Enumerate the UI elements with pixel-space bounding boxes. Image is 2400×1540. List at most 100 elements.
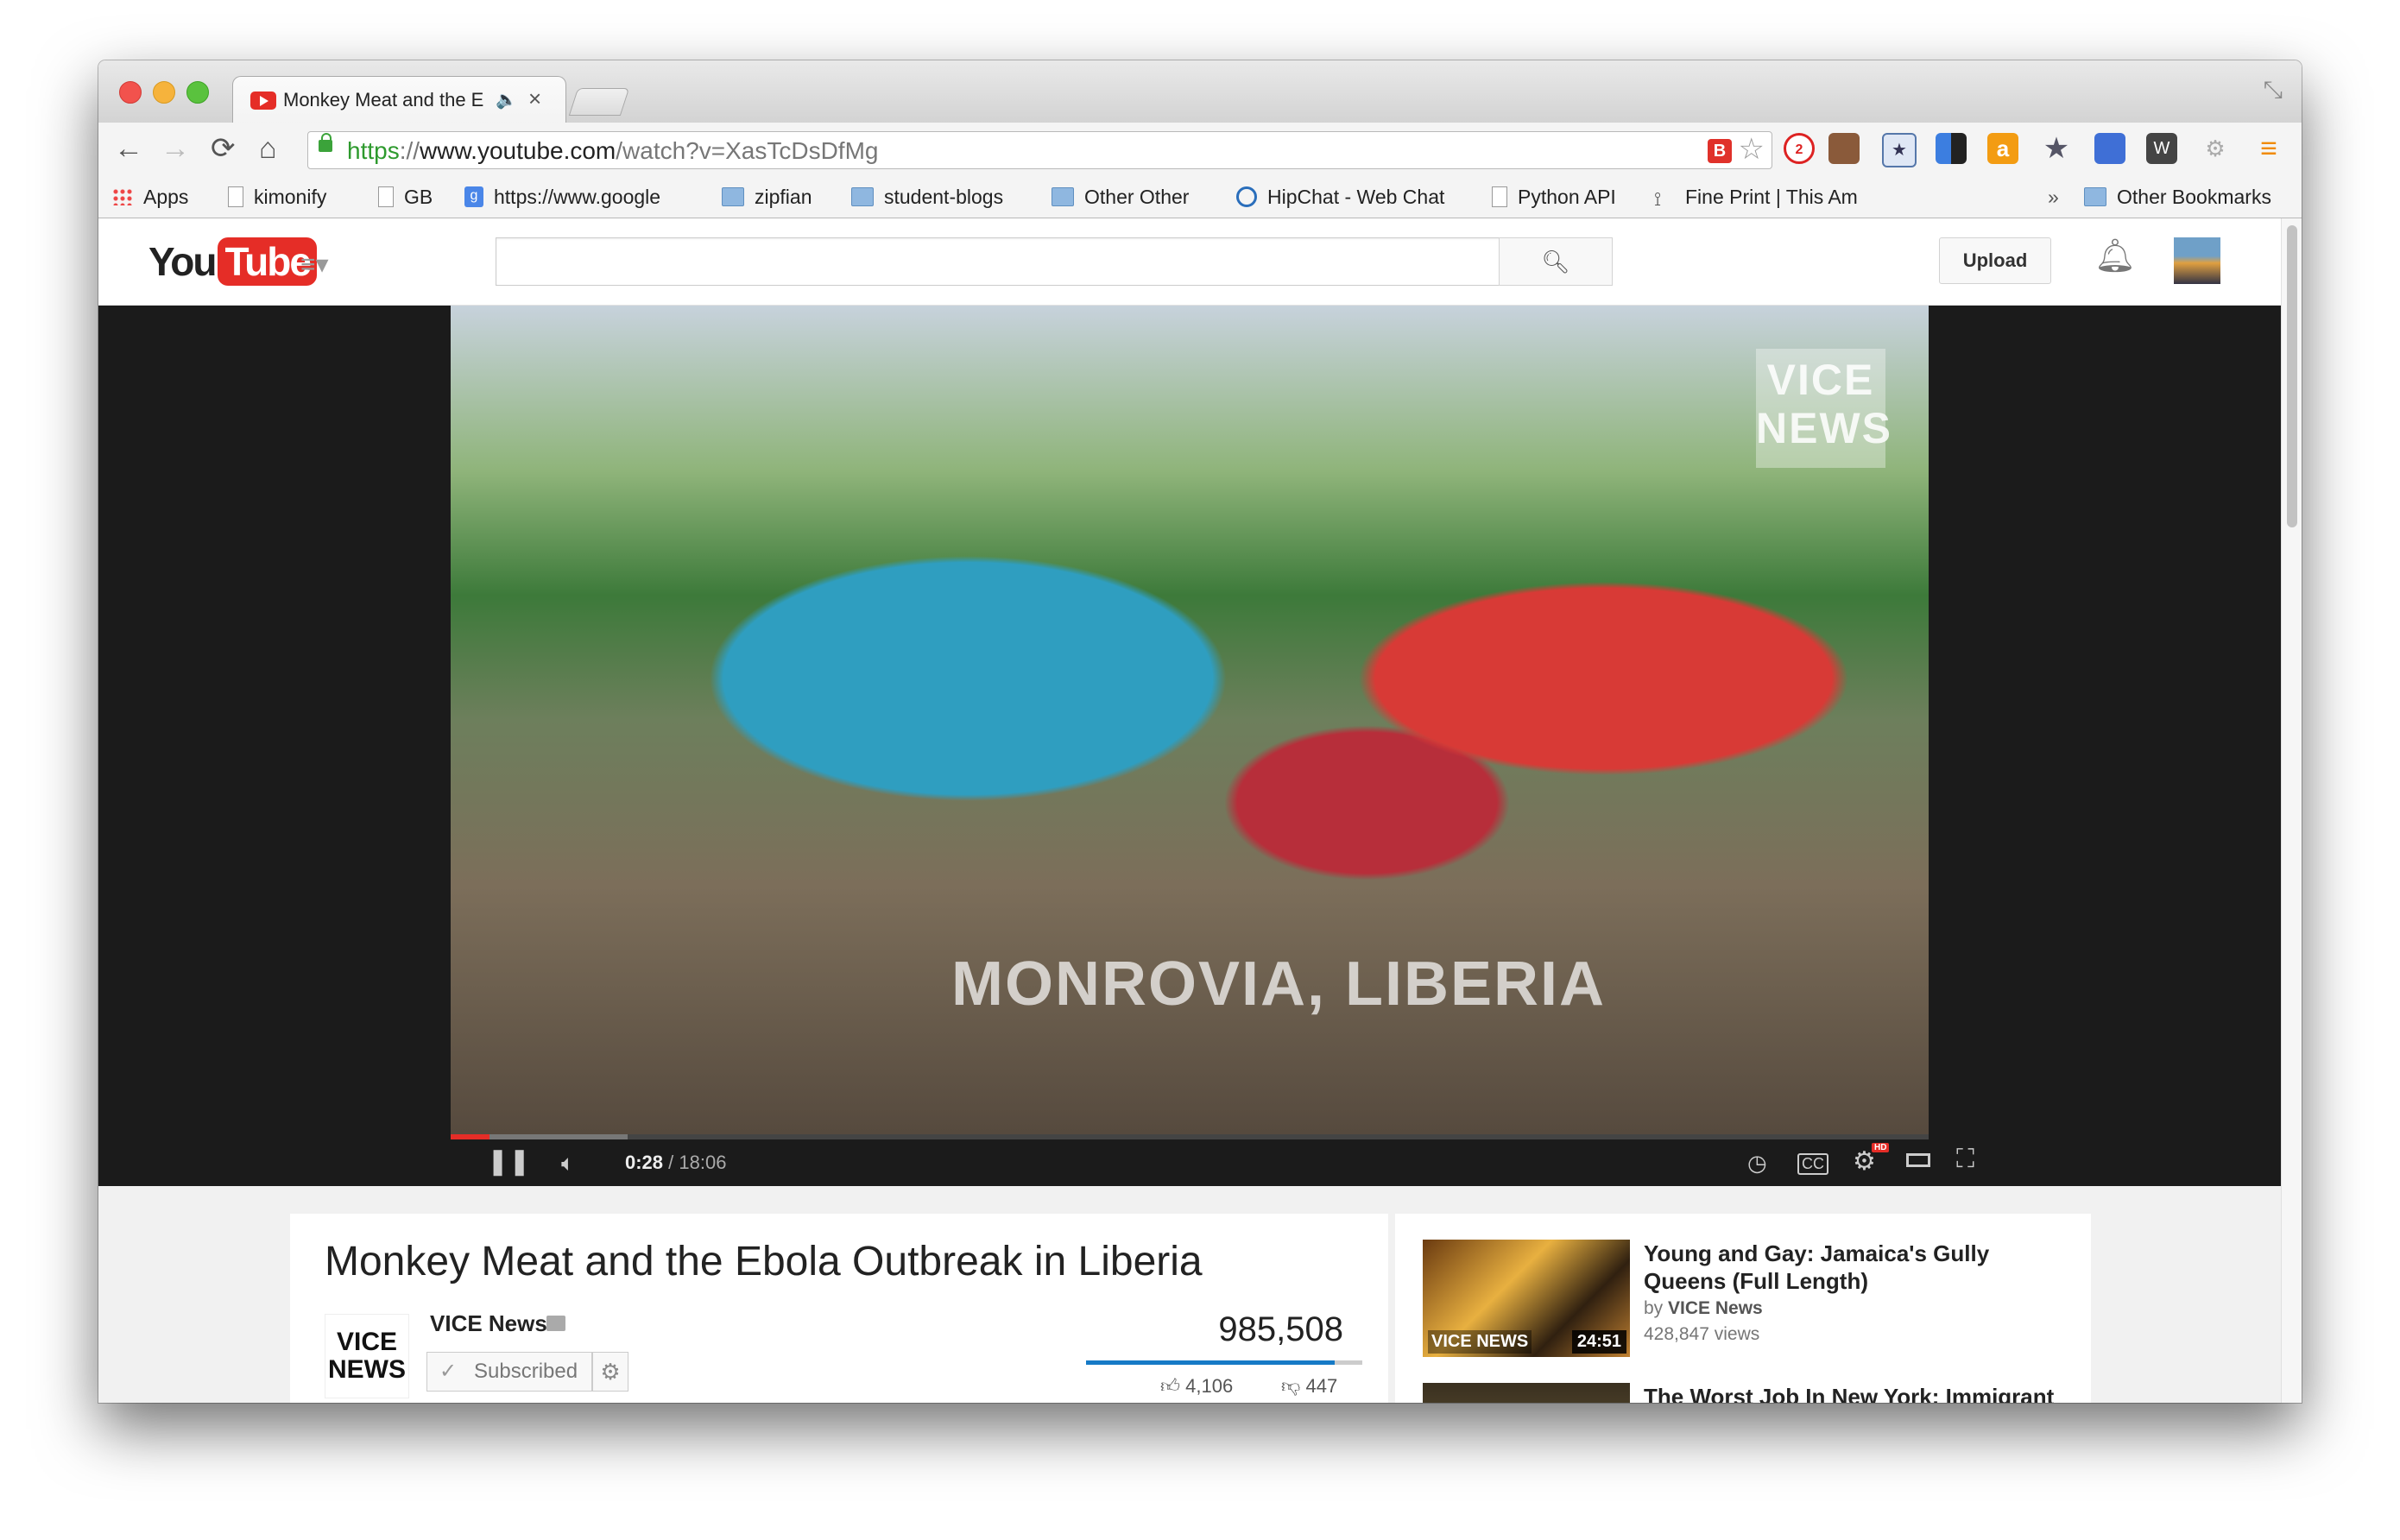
like-button[interactable]: 👍︎ 4,106 [1160,1374,1233,1398]
video-metadata-card: Monkey Meat and the Ebola Outbreak in Li… [290,1214,1388,1403]
window-minimize-button[interactable] [153,81,175,104]
amazon-extension-icon[interactable]: a [1987,133,2018,164]
video-duration: 24:51 [1571,1330,1626,1354]
captions-icon[interactable]: CC [1797,1153,1828,1175]
video-player[interactable]: VICE NEWS MONROVIA, LIBERIA ❚❚ 🔈︎ 0:28 /… [98,306,2281,1186]
video-thumbnail[interactable]: VICE NEWS 24:51 [1423,1240,1630,1357]
tab-close-icon[interactable]: × [528,85,541,112]
video-location-caption: MONROVIA, LIBERIA [951,950,1607,1019]
folder-icon [722,187,744,206]
progress-bar[interactable] [451,1134,1929,1139]
back-button[interactable]: ← [114,131,143,166]
bookmark-gb[interactable]: GB [378,185,433,209]
search-input[interactable] [496,237,1502,286]
search-button[interactable]: 🔍︎ [1499,237,1613,286]
thumbs-up-icon: 👍︎ [1160,1375,1180,1397]
bookmarks-overflow-chevron[interactable]: » [2048,185,2059,209]
guide-menu-icon[interactable]: ≡▾ [300,249,329,280]
browser-window: Monkey Meat and the E 🔈 × ⤡ ← → ⟳ ⌂ http… [98,60,2302,1403]
bookmark-apps[interactable]: Apps [112,185,188,209]
bookmark-student-blogs[interactable]: student-blogs [851,185,1003,209]
sentiment-bar [1086,1360,1362,1365]
related-video-title[interactable]: Young and Gay: Jamaica's Gully Queens (F… [1644,1240,2058,1295]
folder-icon [1052,187,1074,206]
rss-icon: ⟟ [1654,188,1662,210]
vice-news-watermark: VICE NEWS [1756,349,1891,468]
related-video-views: 428,847 views [1644,1324,1760,1344]
channel-name[interactable]: VICE News [430,1310,547,1337]
tab-youtube[interactable]: Monkey Meat and the E 🔈 × [232,76,566,125]
bookmark-google[interactable]: g https://www.google [464,185,684,209]
fullscreen-icon[interactable]: ⛶ [1956,1145,1974,1174]
reload-button[interactable]: ⟳ [211,131,236,166]
notifications-bell-icon[interactable]: 🔔︎ [2094,237,2136,275]
settings-extension-icon[interactable]: ⚙ [2200,133,2231,164]
page-scrollbar[interactable] [2281,218,2302,1403]
hd-badge: HD [1872,1143,1890,1152]
checkmark-icon: ✓ [439,1360,458,1383]
related-video-item[interactable]: The Worst Job In New York: Immigrant [1423,1383,2062,1403]
adblock-extension-icon[interactable]: 2 [1784,133,1815,164]
bookmark-star-icon[interactable]: ☆ [1739,132,1765,167]
bookmark-kimonify[interactable]: kimonify [228,185,326,209]
youtube-logo[interactable]: You Tube [148,237,317,286]
scrollbar-thumb[interactable] [2287,225,2297,527]
url-text[interactable]: https://www.youtube.com/watch?v=XasTcDsD… [347,137,878,165]
tab-title: Monkey Meat and the E [283,89,484,110]
user-avatar[interactable] [2174,237,2220,284]
bookmark-python-api[interactable]: Python API [1492,185,1616,209]
bookmark-hipchat[interactable]: HipChat - Web Chat [1236,185,1444,209]
sentiment-likes-bar [1086,1360,1335,1365]
bookmarks-bar: Apps kimonify GB g https://www.google zip… [98,174,2302,218]
subscribed-button[interactable]: ✓ Subscribed [426,1352,592,1392]
video-thumbnail[interactable] [1423,1383,1630,1403]
pause-button[interactable]: ❚❚ [487,1146,530,1177]
star-extension-icon[interactable]: ★ [2041,133,2072,164]
time-display: 0:28 / 18:06 [625,1152,727,1173]
upload-button[interactable]: Upload [1939,237,2051,284]
calendar-extension-icon[interactable] [2094,133,2125,164]
bookmark-other-other[interactable]: Other Other [1052,185,1189,209]
theater-mode-icon[interactable] [1906,1153,1930,1167]
secure-lock-icon [319,133,332,152]
bookmark-manager-icon[interactable]: ★ [1882,133,1917,167]
view-count: 985,508 [1218,1310,1343,1348]
fullscreen-toggle-icon[interactable]: ⤡ [2264,76,2283,104]
tab-strip: Monkey Meat and the E 🔈 × ⤡ [98,60,2302,125]
wikipedia-extension-icon[interactable]: W [2146,133,2177,164]
apps-grid-icon [112,188,133,205]
delicious-extension-icon[interactable] [1936,133,1967,164]
address-bar[interactable]: https://www.youtube.com/watch?v=XasTcDsD… [307,131,1772,169]
new-tab-button[interactable] [568,88,630,116]
bookmark-zipfian[interactable]: zipfian [722,185,812,209]
watch-later-icon[interactable]: ◷ [1747,1150,1767,1177]
thumbnail-brand: VICE NEWS [1428,1330,1532,1354]
instagram-extension-icon[interactable] [1828,133,1860,164]
related-video-title[interactable]: The Worst Job In New York: Immigrant [1644,1383,2058,1403]
audio-playing-icon: 🔈 [496,91,517,110]
subscription-settings-icon[interactable]: ⚙ [592,1352,628,1392]
related-video-item[interactable]: VICE NEWS 24:51 Young and Gay: Jamaica's… [1423,1240,2062,1360]
window-zoom-button[interactable] [186,81,209,104]
bookmark-fine-print[interactable]: ⟟ Fine Print | This Am [1654,185,1884,211]
folder-icon [2084,187,2106,206]
chrome-menu-icon[interactable]: ≡ [2253,133,2284,164]
channel-logo[interactable]: VICE NEWS [325,1314,409,1398]
related-videos: VICE NEWS 24:51 Young and Gay: Jamaica's… [1395,1214,2091,1403]
page-icon [378,186,394,207]
youtube-page: You Tube ≡▾ 🔍︎ Upload 🔔︎ VICE NEWS MONROV… [98,218,2281,1403]
dislike-button[interactable]: 👎︎ 447 [1281,1374,1337,1398]
hipchat-icon [1236,186,1257,207]
volume-icon[interactable]: 🔈︎ [561,1150,575,1177]
verified-icon [546,1316,565,1331]
thumbs-down-icon: 👎︎ [1281,1375,1301,1397]
window-close-button[interactable] [119,81,142,104]
home-button[interactable]: ⌂ [259,131,277,166]
other-bookmarks-folder[interactable]: Other Bookmarks [2084,185,2271,209]
forward-button[interactable]: → [161,131,190,166]
folder-icon [851,187,874,206]
bitly-extension-icon[interactable]: B [1708,139,1732,163]
youtube-favicon-icon [250,92,276,110]
video-frame[interactable]: VICE NEWS MONROVIA, LIBERIA [451,306,1929,1134]
page-icon [1492,186,1507,207]
